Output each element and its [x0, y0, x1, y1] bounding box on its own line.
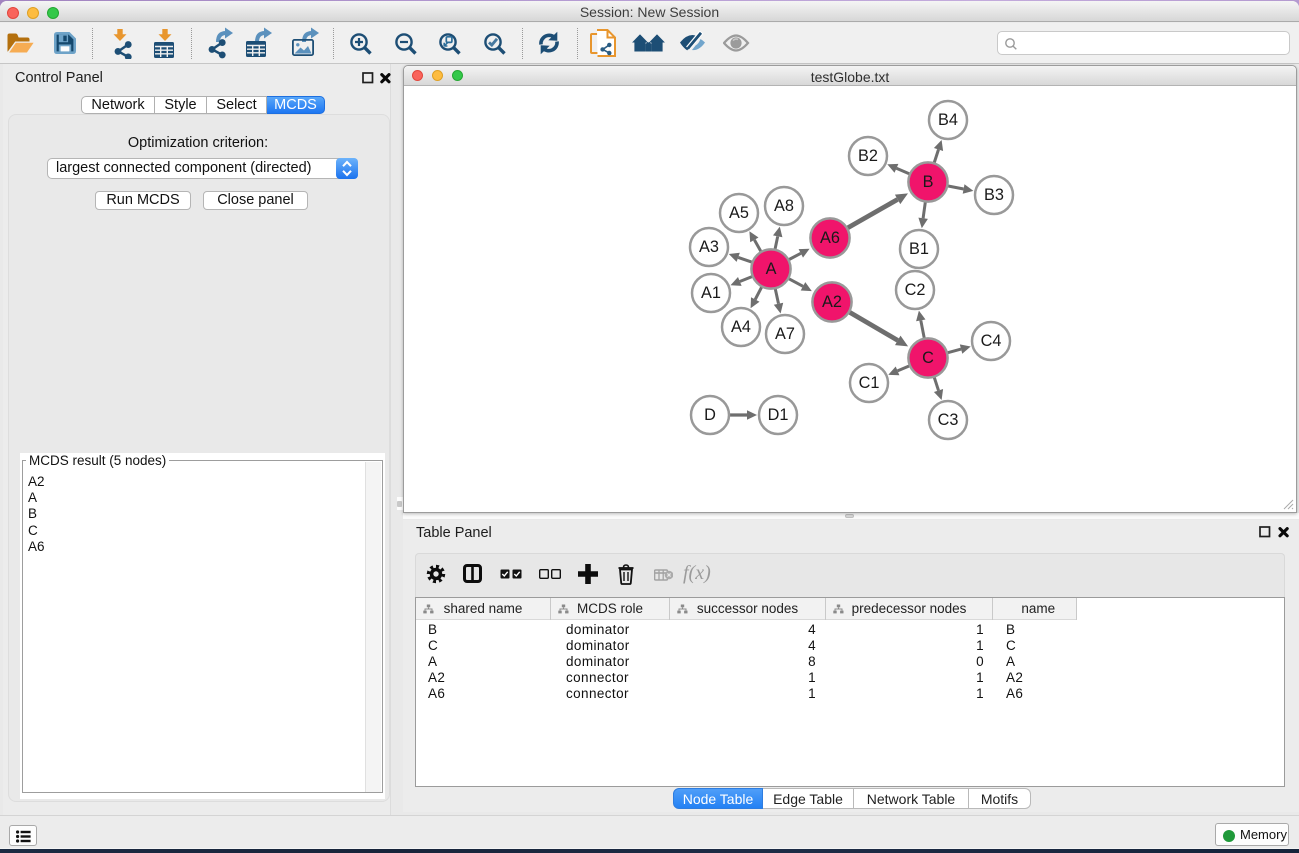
- svg-text:D1: D1: [768, 406, 789, 424]
- svg-text:D: D: [704, 406, 716, 424]
- svg-text:C1: C1: [859, 374, 880, 392]
- svg-text:A1: A1: [701, 284, 721, 302]
- svg-text:A4: A4: [731, 318, 751, 336]
- svg-text:B2: B2: [858, 147, 878, 165]
- svg-text:A8: A8: [774, 197, 794, 215]
- svg-text:C4: C4: [981, 332, 1002, 350]
- svg-text:A7: A7: [775, 325, 795, 343]
- svg-text:A: A: [766, 260, 777, 278]
- svg-text:B4: B4: [938, 111, 958, 129]
- svg-text:B1: B1: [909, 240, 929, 258]
- svg-text:A5: A5: [729, 204, 749, 222]
- svg-text:C3: C3: [938, 411, 959, 429]
- svg-text:A3: A3: [699, 238, 719, 256]
- svg-text:C2: C2: [905, 281, 926, 299]
- svg-text:B: B: [923, 173, 934, 191]
- svg-text:A6: A6: [820, 229, 840, 247]
- svg-text:A2: A2: [822, 293, 842, 311]
- svg-text:C: C: [922, 349, 934, 367]
- svg-text:B3: B3: [984, 186, 1004, 204]
